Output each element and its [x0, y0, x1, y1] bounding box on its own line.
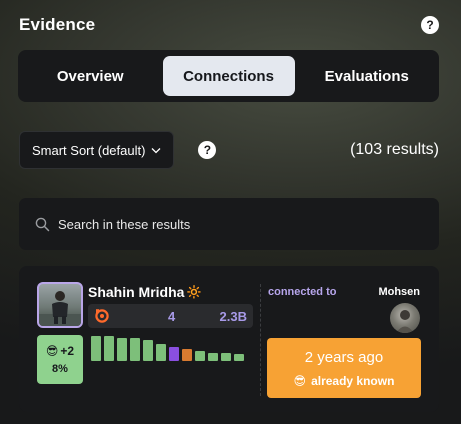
page-title: Evidence	[19, 15, 96, 34]
tab-bar: Overview Connections Evaluations	[18, 50, 439, 102]
activity-bar	[221, 353, 231, 361]
score-percent: 8%	[52, 363, 68, 375]
connection-target-name[interactable]: Mohsen	[378, 286, 420, 298]
connection-card[interactable]: Shahin Mridha 🔆 4 2.3B 😎 +2 8% connected…	[19, 266, 439, 412]
chevron-down-icon	[151, 147, 161, 153]
results-count: (103 results)	[350, 141, 439, 158]
activity-bar	[208, 353, 218, 361]
evidence-header: Evidence ?	[19, 12, 439, 38]
score-badge: 😎 +2 8%	[37, 335, 83, 384]
activity-bar	[143, 340, 153, 361]
sunglasses-icon: 😎	[45, 344, 59, 358]
sort-help-icon[interactable]: ?	[198, 141, 217, 159]
person-name: Shahin Mridha	[88, 284, 185, 300]
score-delta: +2	[60, 344, 75, 358]
activity-bar	[117, 338, 127, 361]
known-status: already known	[311, 373, 395, 388]
help-icon[interactable]: ?	[421, 16, 439, 34]
connection-name[interactable]: Shahin Mridha 🔆	[88, 284, 201, 300]
activity-bar	[182, 349, 192, 361]
activity-bar	[91, 336, 101, 361]
search-icon	[35, 217, 50, 231]
activity-bars	[91, 335, 255, 361]
activity-bar	[234, 354, 244, 361]
stats-bar: 4 2.3B	[88, 304, 253, 328]
stat-reach: 2.3B	[219, 308, 247, 324]
sort-dropdown-label: Smart Sort (default)	[32, 142, 146, 158]
person-photo-icon	[39, 291, 81, 326]
sort-dropdown[interactable]: Smart Sort (default)	[19, 131, 175, 169]
activity-bar	[156, 344, 166, 361]
card-divider	[260, 284, 261, 396]
sunglasses-icon: 😎	[293, 373, 307, 388]
stats-logo-icon	[95, 309, 109, 323]
connected-to-label: connected to	[268, 286, 337, 298]
tab-evaluations[interactable]: Evaluations	[301, 56, 434, 96]
activity-bar	[169, 347, 179, 361]
search-input[interactable]	[58, 216, 398, 232]
avatar[interactable]	[37, 282, 83, 328]
connection-avatar[interactable]	[390, 303, 420, 333]
sort-row: Smart Sort (default) ? (103 results)	[19, 130, 439, 170]
search-bar[interactable]	[19, 198, 439, 250]
sun-icon: 🔆	[186, 285, 202, 299]
person-photo-icon	[396, 310, 414, 333]
activity-bar	[104, 336, 114, 361]
known-time: 2 years ago	[304, 348, 384, 366]
activity-bar	[130, 338, 140, 361]
already-known-box: 2 years ago 😎 already known	[267, 338, 421, 398]
stat-count: 4	[168, 308, 176, 324]
tab-overview[interactable]: Overview	[24, 56, 157, 96]
tab-connections[interactable]: Connections	[162, 56, 295, 96]
activity-bar	[195, 351, 205, 361]
